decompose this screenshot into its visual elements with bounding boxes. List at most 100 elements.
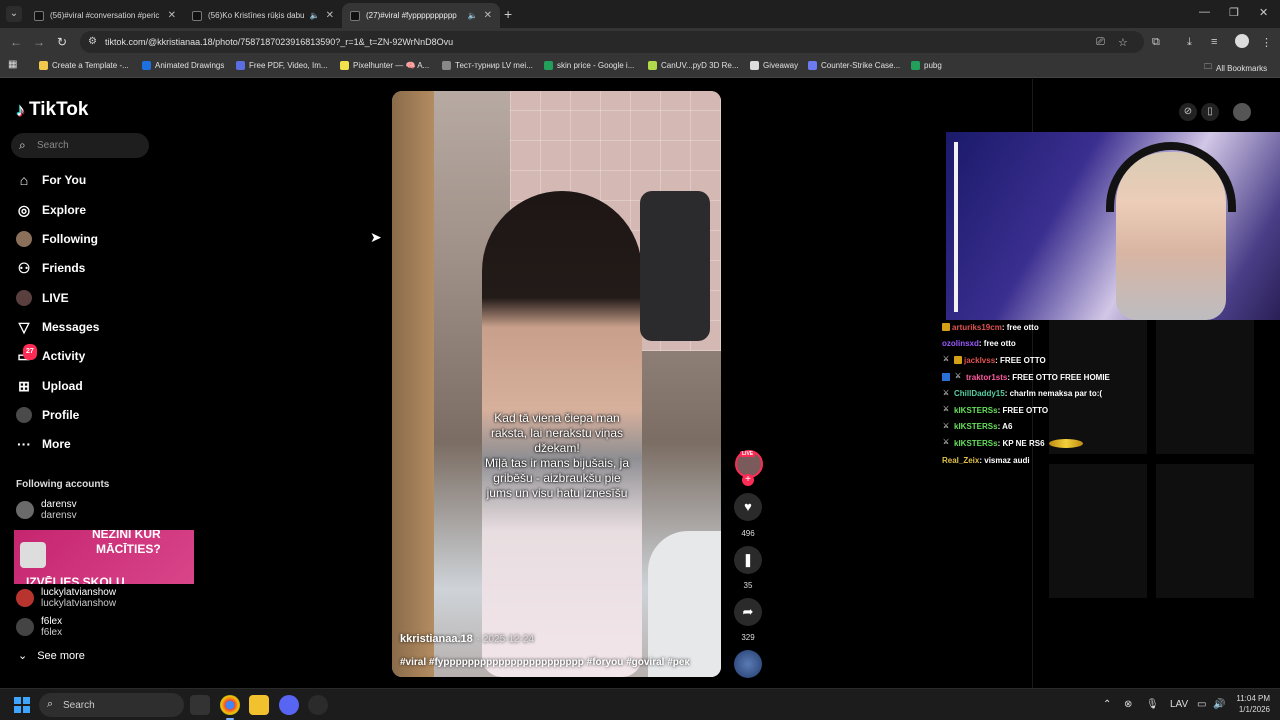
tab-2[interactable]: (56)Ko Kristīnes rūķis dabuj 🔈 ✕ [184, 3, 342, 28]
video-player[interactable]: Kad tā viena čiepa man raksta, lai nerak… [392, 91, 721, 677]
chat-message: Real_Zeix: vismaz audi [942, 452, 1142, 469]
follow-plus-button[interactable]: + [742, 474, 754, 486]
profile-avatar-icon[interactable] [1235, 34, 1249, 48]
network-icon[interactable]: ⊗ [1124, 699, 1132, 710]
sidebar-item-upload[interactable]: ⊞ Upload [16, 375, 83, 397]
sidebar-item-live[interactable]: LIVE [16, 287, 69, 309]
microphone-icon[interactable]: 🎙 [1146, 699, 1159, 710]
chat-text: : A6 [997, 422, 1013, 432]
chevron-up-icon[interactable]: ⌃ [1103, 699, 1111, 710]
media-controls-icon[interactable]: ≡ [1211, 36, 1217, 48]
clock[interactable]: 11:04 PM 1/1/2026 [1230, 693, 1270, 715]
speaker-icon[interactable]: 🔊 [1213, 699, 1225, 710]
bookmark-star-icon[interactable]: ☆ [1118, 36, 1128, 49]
bookmark-2[interactable]: Animated Drawings [142, 61, 224, 70]
taskbar-search[interactable]: ⌕ Search [39, 693, 184, 717]
minimize-button[interactable]: — [1199, 6, 1210, 18]
bookmark-10[interactable]: pubg [911, 61, 942, 70]
close-icon[interactable]: ✕ [326, 10, 334, 21]
floating-player-icon[interactable]: ⊘ [1179, 103, 1197, 121]
video-thumbnail[interactable] [1156, 464, 1254, 598]
author-name[interactable]: kkristianaa.18 [400, 633, 473, 645]
restore-button[interactable]: ❐ [1229, 6, 1239, 19]
site-info-icon[interactable]: ⚙ [88, 36, 100, 48]
video-thumbnail[interactable] [1156, 320, 1254, 454]
following-account[interactable]: darensv darensv [16, 499, 77, 521]
music-disc[interactable] [734, 650, 762, 678]
video-thumbnail[interactable] [1049, 464, 1147, 598]
sidebar-item-friends[interactable]: ⚇ Friends [16, 257, 86, 279]
like-button[interactable]: ♥ [734, 493, 762, 521]
chat-user: kIKSTERSs [954, 422, 998, 432]
windows-start-icon[interactable] [14, 697, 30, 713]
chat-text: : charlm nemaksa par to:( [1004, 389, 1103, 399]
following-account[interactable]: luckylatvianshow luckylatvianshow [16, 587, 116, 609]
bookmark-icon: ❚ [742, 552, 754, 567]
bookmark-8[interactable]: Giveaway [750, 61, 798, 70]
bookmark-label: skin price - Google i... [557, 61, 635, 70]
bookmark-5[interactable]: Тест-турнир LV mei... [442, 61, 533, 70]
bookmark-4[interactable]: Pixelhunter — 🧠 A... [340, 61, 429, 70]
bookmark-1[interactable]: Create a Template -... [39, 61, 129, 70]
apps-grid-icon[interactable]: ▦ [8, 59, 17, 70]
bookmark-favicon-icon [442, 61, 451, 70]
menu-kebab-icon[interactable]: ⋮ [1261, 36, 1272, 49]
task-view-icon[interactable] [190, 695, 210, 715]
new-tab-button[interactable]: + [504, 6, 512, 22]
bookmark-label: CanUV...pyD 3D Re... [661, 61, 739, 70]
save-button[interactable]: ❚ [734, 546, 762, 574]
tab-strip: ⌄ (56)#viral #conversation #peric ✕ (56)… [0, 0, 1280, 28]
user-avatar[interactable] [1233, 103, 1251, 121]
search-input[interactable]: ⌕ Search [11, 133, 149, 158]
back-icon[interactable]: ← [10, 35, 22, 49]
tab-3-active[interactable]: (27)#viral #fypppppppppp 🔈 ✕ [342, 3, 500, 28]
close-icon[interactable]: ✕ [168, 10, 176, 21]
device-icon[interactable]: ▯ [1201, 103, 1219, 121]
streamer-webcam [946, 132, 1280, 320]
see-more-button[interactable]: ⌄ See more [18, 649, 85, 663]
language-indicator[interactable]: LAV [1170, 699, 1188, 710]
url-bar[interactable]: ⚙ tiktok.com/@kkristianaa.18/photo/75871… [80, 31, 1144, 53]
caption-line: raksta, lai nerakstu viņas [490, 426, 624, 440]
following-account[interactable]: f6lex f6lex [16, 616, 62, 638]
sidebar-item-following[interactable]: Following [16, 228, 98, 250]
tiktok-logo[interactable]: ♪ TikTok [16, 99, 88, 121]
discord-icon[interactable] [279, 695, 299, 715]
speaker-icon[interactable]: 🔈 [310, 11, 320, 20]
forward-icon[interactable]: → [33, 35, 45, 49]
caption-line: Kad tā viena čiepa man [494, 411, 620, 425]
tab-search-button[interactable]: ⌄ [6, 6, 22, 22]
video-hashtags[interactable]: #viral #fyppppppppppppppppppppppp #foryo… [400, 657, 689, 668]
close-window-button[interactable]: ✕ [1259, 6, 1268, 19]
share-button[interactable]: ➦ [734, 598, 762, 626]
sidebar-item-more[interactable]: ··· More [16, 433, 71, 455]
chat-user: kIKSTERSs [954, 438, 998, 448]
download-icon[interactable]: ⤓ [1187, 36, 1192, 49]
chat-message: ozolinsxd: free otto [942, 336, 1142, 353]
install-app-icon[interactable]: ⎚ [1096, 36, 1105, 49]
close-icon[interactable]: ✕ [484, 10, 492, 21]
sidebar-item-messages[interactable]: ▽ Messages [16, 316, 100, 338]
chrome-icon[interactable] [220, 695, 240, 715]
url-text[interactable]: tiktok.com/@kkristianaa.18/photo/7587187… [105, 37, 453, 47]
sidebar-item-for-you[interactable]: ⌂ For You [16, 169, 86, 191]
all-bookmarks[interactable]: 🗀 All Bookmarks [1204, 61, 1267, 75]
extensions-icon[interactable]: ⧉ [1152, 36, 1160, 49]
bookmark-7[interactable]: CanUV...pyD 3D Re... [648, 61, 739, 70]
avatar [16, 501, 34, 519]
sword-icon: ⚔ [942, 389, 950, 397]
steam-icon[interactable] [308, 695, 328, 715]
sidebar-item-profile[interactable]: Profile [16, 404, 79, 426]
file-explorer-icon[interactable] [249, 695, 269, 715]
sidebar-item-explore[interactable]: ◎ Explore [16, 199, 86, 221]
sidebar-item-activity[interactable]: ▭27 Activity [16, 344, 85, 367]
bookmark-3[interactable]: Free PDF, Video, Im... [236, 61, 328, 70]
tab-title: (56)Ko Kristīnes rūķis dabuj [208, 11, 304, 20]
speaker-icon[interactable]: 🔈 [468, 11, 478, 20]
bookmark-6[interactable]: skin price - Google i... [544, 61, 634, 70]
tab-1[interactable]: (56)#viral #conversation #peric ✕ [26, 3, 184, 28]
video-author[interactable]: kkristianaa.18 · 2025-12-24 [400, 633, 534, 645]
monitor-icon[interactable]: ▭ [1197, 699, 1206, 710]
reload-icon[interactable]: ↻ [57, 35, 67, 49]
bookmark-9[interactable]: Counter-Strike Case... [808, 61, 900, 70]
